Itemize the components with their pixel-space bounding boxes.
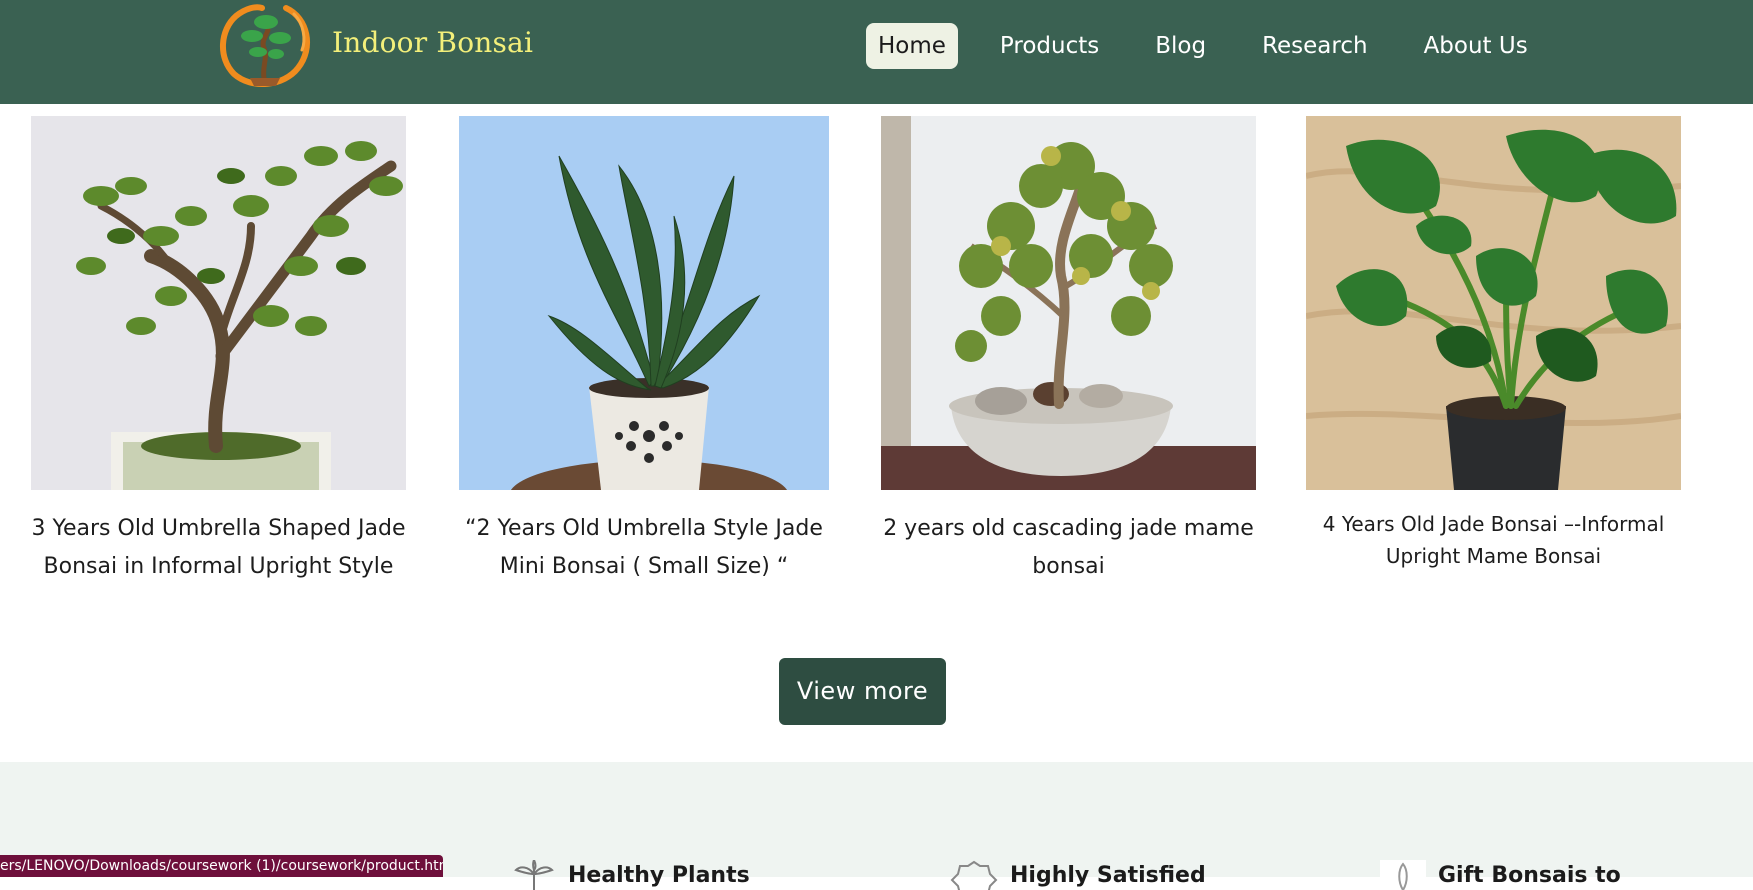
feature-healthy-plants: Healthy Plants (512, 860, 750, 890)
main-nav: Home Products Blog Research About Us (866, 23, 1572, 69)
brand-name[interactable]: Indoor Bonsai (332, 26, 533, 59)
nav-about-us[interactable]: About Us (1412, 23, 1540, 69)
product-title[interactable]: 3 Years Old Umbrella Shaped Jade Bonsai … (31, 510, 406, 586)
feature-title: Healthy Plants (568, 862, 750, 888)
status-bar-url: ers/LENOVO/Downloads/coursework (1)/cour… (0, 855, 443, 877)
product-card[interactable]: 4 Years Old Jade Bonsai –-Informal Uprig… (1306, 116, 1681, 572)
product-title[interactable]: 4 Years Old Jade Bonsai –-Informal Uprig… (1306, 508, 1681, 572)
product-card[interactable]: “2 Years Old Umbrella Style Jade Mini Bo… (459, 116, 829, 586)
product-title[interactable]: 2 years old cascading jade mame bonsai (881, 510, 1256, 586)
spathiphyllum-pot-photo[interactable] (459, 116, 829, 490)
bonsai-logo-icon[interactable] (216, 0, 314, 88)
feature-title: Highly Satisfied (1010, 862, 1206, 888)
monstera-pot-photo[interactable] (1306, 116, 1681, 490)
products-grid: 3 Years Old Umbrella Shaped Jade Bonsai … (0, 116, 1753, 586)
nav-products[interactable]: Products (988, 23, 1111, 69)
nav-blog[interactable]: Blog (1143, 23, 1218, 69)
feature-highly-satisfied: Highly Satisfied (950, 860, 1206, 890)
nav-research[interactable]: Research (1250, 23, 1380, 69)
cascading-bonsai-photo[interactable] (881, 116, 1256, 490)
plant-icon (514, 860, 554, 890)
product-card[interactable]: 3 Years Old Umbrella Shaped Jade Bonsai … (31, 116, 406, 586)
feature-title: Gift Bonsais to (1438, 862, 1621, 888)
gift-icon (1380, 860, 1426, 890)
badge-icon (950, 860, 998, 890)
feature-gift-bonsais: Gift Bonsais to (1380, 860, 1621, 890)
jade-bonsai-photo[interactable] (31, 116, 406, 490)
view-more-button[interactable]: View more (779, 658, 946, 725)
product-card[interactable]: 2 years old cascading jade mame bonsai (881, 116, 1256, 586)
nav-home[interactable]: Home (866, 23, 958, 69)
product-title[interactable]: “2 Years Old Umbrella Style Jade Mini Bo… (459, 510, 829, 586)
site-header: Indoor Bonsai Home Products Blog Researc… (0, 0, 1753, 104)
